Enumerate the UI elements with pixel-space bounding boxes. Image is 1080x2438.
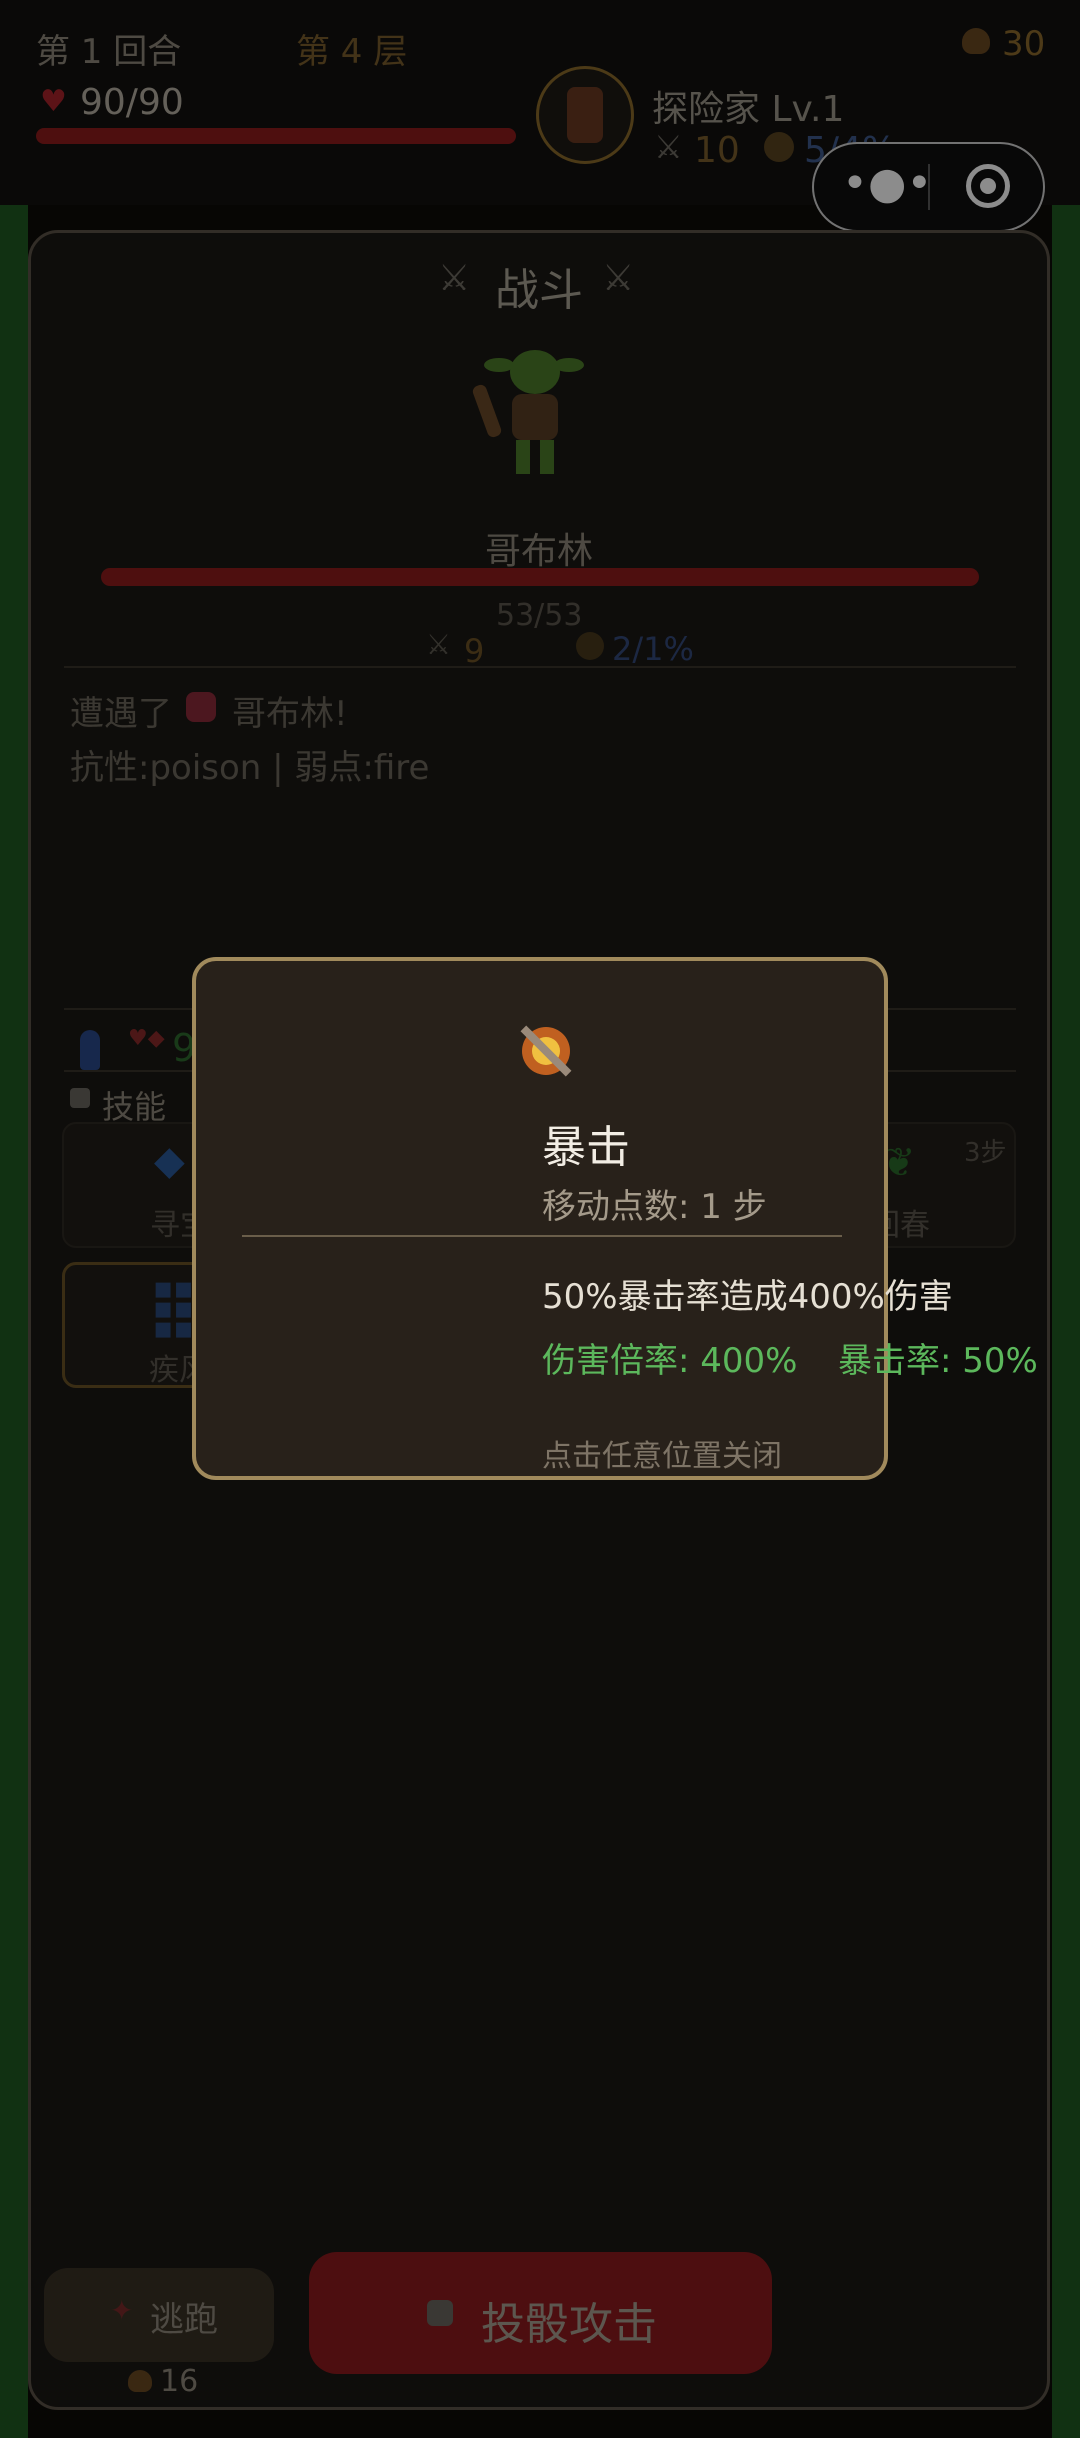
skill-detail-modal[interactable]: 暴击 移动点数: 1 步 50%暴击率造成400%伤害 伤害倍率: 400% 暴… xyxy=(192,957,1038,1480)
modal-crit-rate: 暴击率: 50% xyxy=(838,1341,1038,1381)
modal-move-points: 移动点数: 1 步 xyxy=(542,1187,767,1227)
modal-divider xyxy=(242,1235,842,1237)
explosion-icon xyxy=(514,1019,578,1083)
modal-description: 50%暴击率造成400%伤害 xyxy=(542,1277,953,1317)
modal-damage-multiplier: 伤害倍率: 400% xyxy=(542,1341,798,1381)
modal-close-hint: 点击任意位置关闭 xyxy=(542,1439,782,1474)
modal-title: 暴击 xyxy=(542,1122,630,1173)
